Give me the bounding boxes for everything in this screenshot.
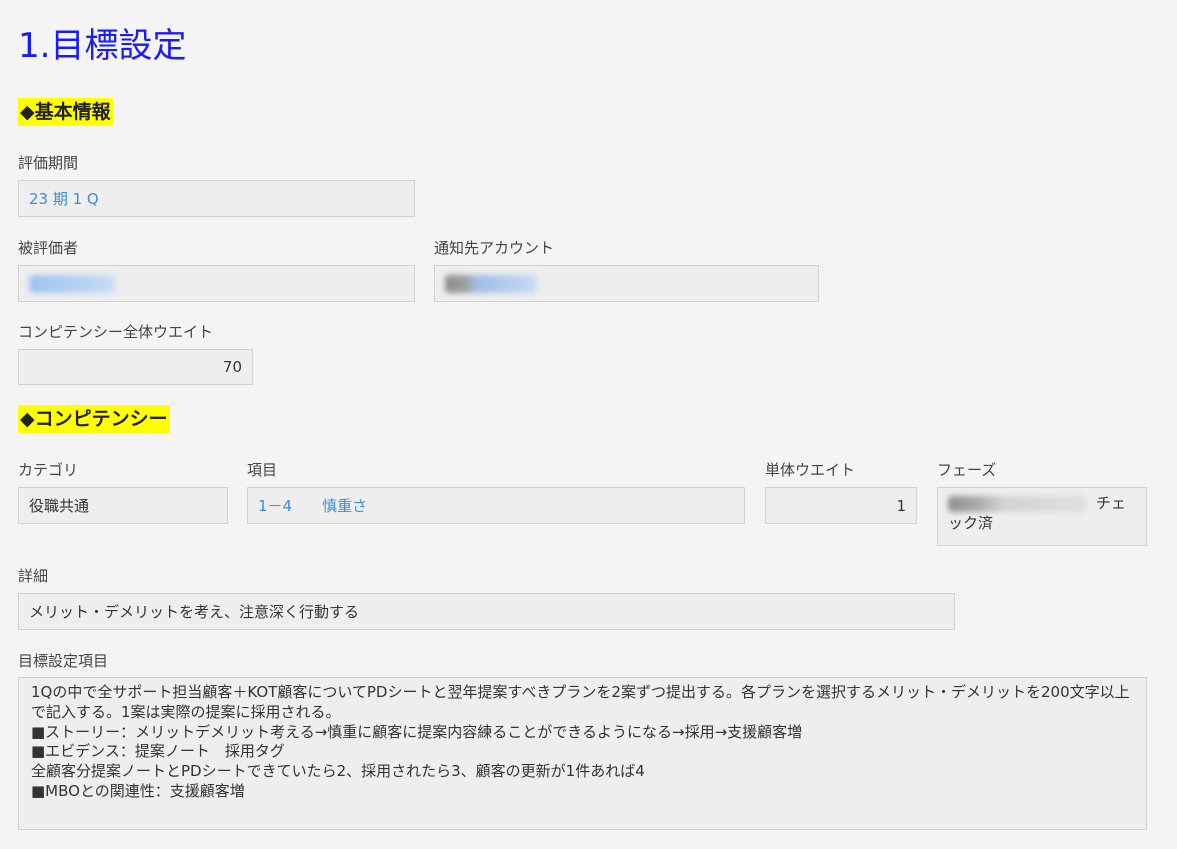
phase-field[interactable]: チェ ック済 [937,487,1147,546]
detail-value: メリット・デメリットを考え、注意深く行動する [29,603,360,621]
competency-weight-value: 70 [222,358,242,376]
unit-weight-value: 1 [896,496,906,515]
category-value: 役職共通 [29,497,90,515]
redacted-phase-prefix [948,496,1086,512]
notify-account-label: 通知先アカウント [434,239,555,257]
category-field[interactable]: 役職共通 [18,487,228,524]
page-title: 1.目標設定 [18,26,187,66]
goal-items-textarea[interactable]: 1Qの中で全サポート担当顧客＋KOT顧客についてPDシートと翌年提案すべきプラン… [18,677,1147,830]
redacted-account-name [445,274,537,293]
item-value: 1－4 慎重さ [258,497,368,515]
notify-account-field[interactable] [434,265,819,302]
evaluatee-field[interactable] [18,265,415,302]
evaluation-period-label: 評価期間 [18,154,79,172]
section-heading-competency: ◆コンピテンシー [18,405,170,433]
section-heading-basic-info: ◆基本情報 [18,98,113,126]
goal-items-label: 目標設定項目 [18,652,109,670]
unit-weight-field[interactable]: 1 [765,487,917,524]
item-field[interactable]: 1－4 慎重さ [247,487,745,524]
phase-value-line1: チェ [1096,494,1127,513]
item-label: 項目 [247,461,278,479]
detail-label: 詳細 [18,567,49,585]
evaluation-period-field[interactable]: 23 期 1 Q [18,180,415,217]
phase-label: フェーズ [937,461,997,479]
unit-weight-label: 単体ウエイト [765,461,856,479]
evaluatee-label: 被評価者 [18,239,79,257]
evaluation-period-value: 23 期 1 Q [29,190,99,208]
detail-field[interactable]: メリット・デメリットを考え、注意深く行動する [18,593,955,630]
goal-items-value: 1Qの中で全サポート担当顧客＋KOT顧客についてPDシートと翌年提案すべきプラン… [31,683,1130,800]
competency-weight-field[interactable]: 70 [18,349,253,385]
redacted-evaluatee-name [29,274,115,293]
category-label: カテゴリ [18,461,79,479]
phase-value-line2: ック済 [948,514,994,532]
competency-weight-label: コンピテンシー全体ウエイト [18,323,214,341]
